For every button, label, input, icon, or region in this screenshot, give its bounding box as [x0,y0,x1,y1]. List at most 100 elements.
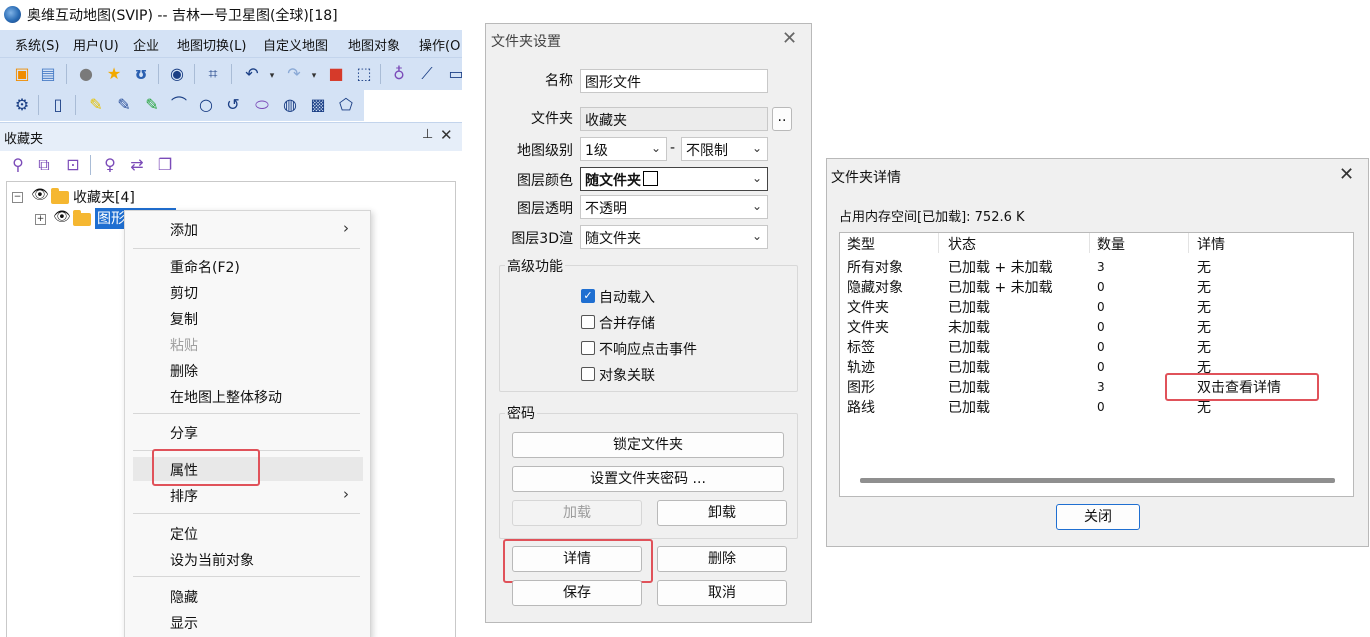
menu-map-objects[interactable]: 地图对象 [348,35,400,54]
auto-load-checkbox[interactable]: ✓ [581,289,595,303]
green-pin-icon[interactable]: ✎ [142,95,162,115]
menu-item-paste: 粘贴 [125,332,370,356]
chevron-down-icon[interactable]: ▾ [262,66,282,86]
menu-item-add[interactable]: 添加 › [125,217,370,241]
new-folder-icon[interactable]: ▣ [12,64,32,84]
star-icon[interactable]: ★ [104,64,124,84]
menu-user[interactable]: 用户(U) [73,35,119,54]
layer-opacity-select[interactable]: 不透明 ⌄ [580,195,768,219]
hatched-circle-icon[interactable]: ◍ [280,95,300,115]
column-header-detail[interactable]: 详情 [1197,234,1225,254]
chevron-down-icon: ⌄ [751,141,762,155]
cancel-button[interactable]: 取消 [657,580,787,606]
menu-enterprise[interactable]: 企业 [133,35,159,54]
circle-icon[interactable]: ○ [196,95,216,115]
menu-item-locate[interactable]: 定位 [125,521,370,545]
save-button[interactable]: 保存 [512,580,642,606]
layer-color-select[interactable]: 随文件夹 ⌄ [580,167,768,191]
menu-item-label: 重命名(F2) [170,260,240,276]
menu-item-delete[interactable]: 删除 [125,358,370,382]
menu-item-move-on-map[interactable]: 在地图上整体移动 [125,384,370,408]
object-link-checkbox[interactable] [581,367,595,381]
focus-icon[interactable]: ⊡ [63,155,83,175]
table-row[interactable]: 隐藏对象 已加载 + 未加载 0 无 [840,277,1353,297]
delete-icon[interactable]: ■ [326,64,346,84]
sync-icon[interactable]: ⇄ [127,155,147,175]
hatched-square-icon[interactable]: ▩ [308,95,328,115]
password-group-label: 密码 [505,403,537,423]
save-icon[interactable]: ▤ [38,64,58,84]
level-to-select[interactable]: 不限制 ⌄ [681,137,768,161]
menu-item-cut[interactable]: 剪切 [125,280,370,304]
blue-pin-icon[interactable]: ✎ [114,95,134,115]
ellipse-icon[interactable]: ⬭ [252,95,272,115]
close-icon[interactable]: ✕ [782,28,797,49]
highlight-box [152,449,260,486]
menu-item-copy[interactable]: 复制 [125,306,370,330]
arc-icon[interactable]: ⌒ [169,95,189,115]
context-menu: 添加 › 重命名(F2) 剪切 复制 粘贴 删除 在地图上整体移动 分享 属性 排… [124,210,371,637]
merge-storage-checkbox[interactable] [581,315,595,329]
chevron-down-icon[interactable]: ▾ [304,66,324,86]
table-row[interactable]: 文件夹 已加载 0 无 [840,297,1353,317]
menu-map-switch[interactable]: 地图切换(L) [177,35,246,54]
browse-button[interactable]: .. [772,107,792,131]
menu-item-show[interactable]: 显示 [125,610,370,634]
layers-icon[interactable]: ◉ [167,64,187,84]
eye-icon[interactable]: 👁 [31,187,49,203]
table-row[interactable]: 标签 已加载 0 无 [840,337,1353,357]
ruler-icon[interactable]: ⟋ [417,64,437,84]
select-icon[interactable]: ⬚ [354,64,374,84]
set-password-button[interactable]: 设置文件夹密码 ... [512,466,784,492]
refresh-arc-icon[interactable]: ↺ [223,95,243,115]
polygon-icon[interactable]: ⬠ [336,95,356,115]
close-icon[interactable]: ✕ [440,126,453,144]
load-button: 加载 [512,500,642,526]
location-icon[interactable]: ♀ [100,155,120,175]
redo-icon[interactable]: ↷ [284,64,304,84]
close-icon[interactable]: ✕ [1339,164,1354,185]
search-icon[interactable]: ⚲ [8,155,28,175]
column-header-status[interactable]: 状态 [948,234,976,254]
tree-node-root[interactable]: − 👁 收藏夹[4] [7,187,447,207]
table-row[interactable]: 所有对象 已加载 + 未加载 3 无 [840,257,1353,277]
ignore-click-checkbox[interactable] [581,341,595,355]
route-icon[interactable]: ʊ [131,64,151,84]
menu-item-label: 排序 [170,489,198,505]
delete-button[interactable]: 删除 [657,546,787,572]
crop-icon[interactable]: ⌗ [203,64,223,84]
expand-icon[interactable]: + [35,214,46,225]
table-row[interactable]: 文件夹 未加载 0 无 [840,317,1353,337]
pin-user-icon[interactable]: ♁ [389,64,409,84]
menu-item-rename[interactable]: 重命名(F2) [125,254,370,278]
menu-custom-map[interactable]: 自定义地图 [263,35,328,54]
yellow-pin-icon[interactable]: ✎ [86,95,106,115]
level-from-select[interactable]: 1级 ⌄ [580,137,667,161]
layer-3d-select[interactable]: 随文件夹 ⌄ [580,225,768,249]
lock-folder-button[interactable]: 锁定文件夹 [512,432,784,458]
copy-icon[interactable]: ❐ [155,155,175,175]
menu-system[interactable]: 系统(S) [15,35,59,54]
menu-operation[interactable]: 操作(O [419,35,460,54]
undo-icon[interactable]: ↶ [242,64,262,84]
settings-icon[interactable]: ⚙ [12,95,32,115]
eye-icon[interactable]: 👁 [53,209,71,225]
menu-item-set-current[interactable]: 设为当前对象 [125,547,370,571]
users-icon[interactable]: ● [76,64,96,84]
collapse-icon[interactable]: − [12,192,23,203]
menu-item-hide[interactable]: 隐藏 [125,584,370,608]
name-field[interactable]: 图形文件 [580,69,768,93]
select-value: 1级 [585,143,608,159]
toolbar-main: ▣ ▤ ● ★ ʊ ◉ ⌗ ↶ ▾ ↷ ▾ ■ ⬚ ♁ ⟋ ▭ [0,57,462,90]
menu-item-share[interactable]: 分享 [125,420,370,444]
unload-button[interactable]: 卸载 [657,500,787,526]
horizontal-scrollbar[interactable] [860,478,1335,483]
menu-item-sort[interactable]: 排序 › [125,483,370,507]
close-button[interactable]: 关闭 [1056,504,1140,530]
column-header-type[interactable]: 类型 [847,234,875,254]
pin-icon[interactable]: ⊥ [422,127,433,142]
windows-icon[interactable]: ⧉ [34,155,54,175]
keyboard-icon[interactable]: ▭ [446,64,462,84]
document-icon[interactable]: ▯ [48,95,68,115]
column-header-count[interactable]: 数量 [1097,234,1125,254]
